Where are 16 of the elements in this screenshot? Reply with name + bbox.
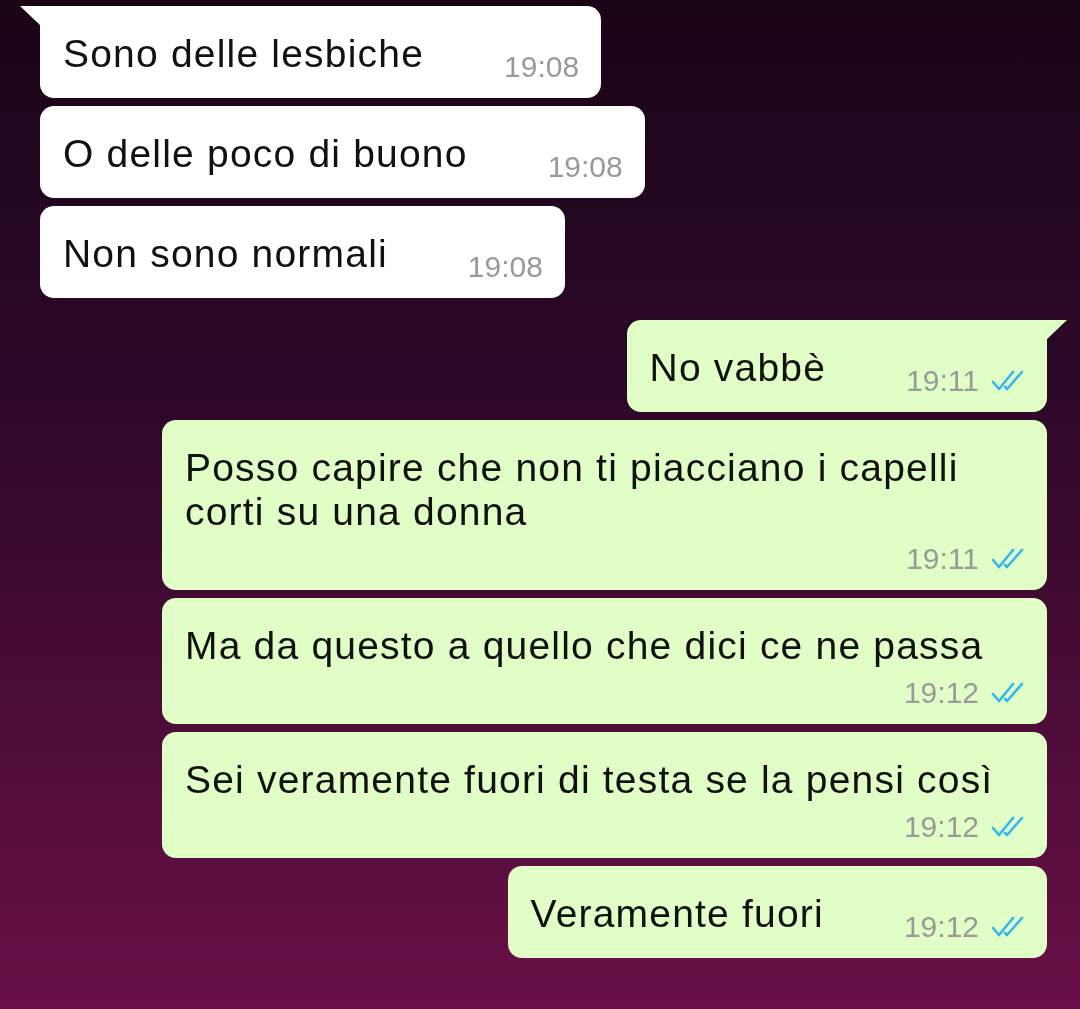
message-text: Ma da questo a quello che dici ce ne passa — [185, 624, 984, 668]
message-time: 19:08 — [504, 50, 580, 84]
message-text: O delle poco di buono — [63, 132, 468, 176]
message-time: 19:12 — [903, 810, 979, 844]
message-text: Sono delle lesbiche — [63, 32, 425, 76]
message-time: 19:12 — [903, 910, 979, 944]
message-text: Veramente fuori — [530, 892, 824, 936]
message-time: 19:11 — [906, 364, 979, 398]
message-time: 19:11 — [906, 542, 979, 576]
message-text: Sei veramente fuori di testa se la pensi così — [185, 758, 994, 802]
message-text: No vabbè — [649, 346, 827, 390]
message-time: 19:08 — [547, 150, 623, 184]
message-time: 19:12 — [903, 676, 979, 710]
message-text: Non sono normali — [63, 232, 388, 276]
message-time: 19:08 — [467, 250, 543, 284]
message-text: Posso capire che non ti piacciano i capelli corti su una donna — [185, 446, 960, 534]
